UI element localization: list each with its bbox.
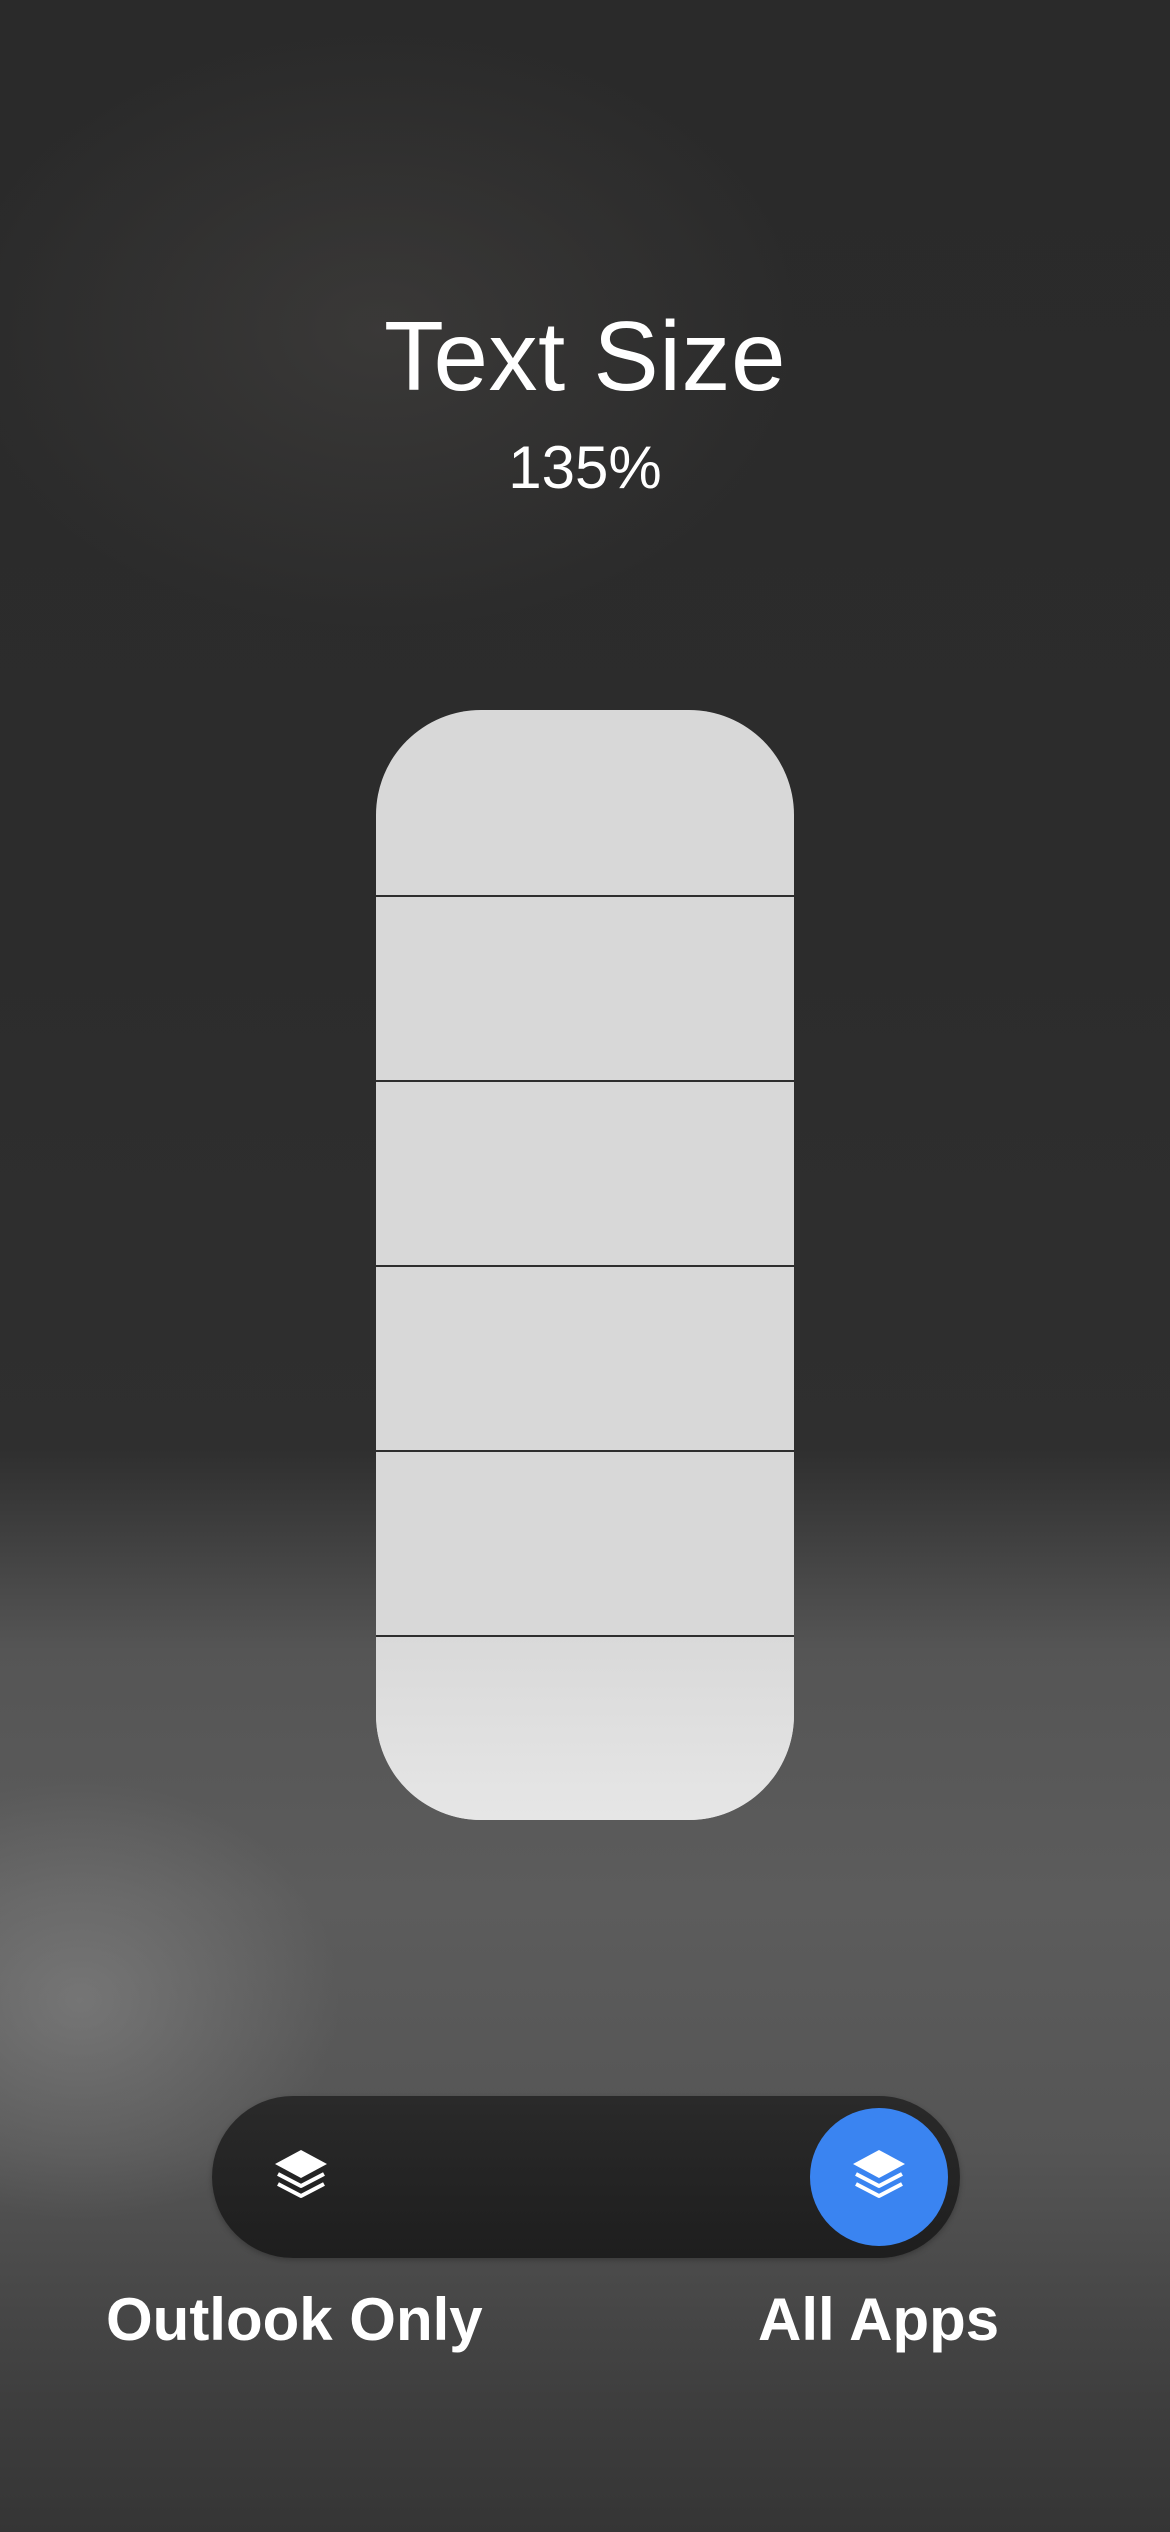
slider-step[interactable] — [376, 1265, 794, 1450]
slider-step[interactable] — [376, 895, 794, 1080]
all-apps-option[interactable] — [810, 2108, 948, 2246]
slider-step[interactable] — [376, 1450, 794, 1635]
layers-icon — [853, 2150, 905, 2198]
outlook-only-label[interactable]: Outlook Only — [106, 2280, 483, 2360]
all-apps-label[interactable]: All Apps — [758, 2280, 999, 2360]
slider-step[interactable] — [376, 710, 794, 895]
slider-step-filled[interactable] — [376, 1635, 794, 1820]
text-size-value: 135% — [508, 434, 662, 501]
page-title: Text Size — [383, 301, 787, 411]
scope-toggle[interactable] — [212, 2096, 960, 2258]
layers-icon — [275, 2150, 327, 2198]
slider-step[interactable] — [376, 1080, 794, 1265]
outlook-only-option[interactable] — [260, 2136, 342, 2218]
text-size-slider[interactable] — [376, 710, 794, 1820]
